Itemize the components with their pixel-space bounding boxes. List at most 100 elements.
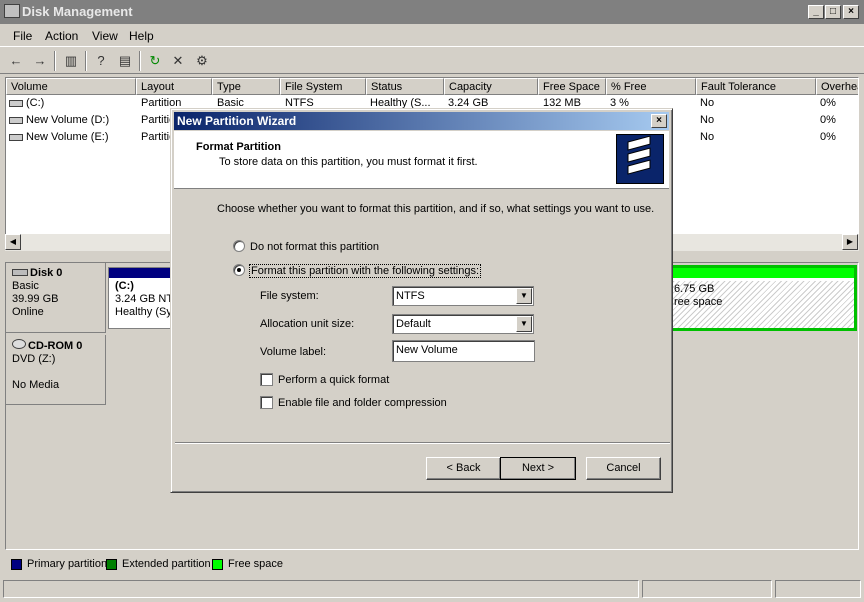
col-layout[interactable]: Layout [136,78,212,95]
quick-format-checkbox[interactable] [260,373,273,386]
show-hide-tree-icon[interactable]: ▥ [62,52,80,70]
file-system-value: NTFS [396,290,425,302]
minimize-button[interactable]: _ [808,5,824,19]
disk-name: Disk 0 [30,267,63,279]
disk-type: Basic [12,280,39,292]
volume-name: New Volume (E:) [26,131,109,143]
table-row[interactable]: (C:) [9,97,134,109]
table-row[interactable]: New Volume (D:) [9,114,134,126]
back-button[interactable]: < Back [426,457,501,480]
volume-label-input[interactable]: New Volume [392,340,535,362]
maximize-button[interactable]: □ [825,5,841,19]
col-capacity[interactable]: Capacity [444,78,538,95]
wizard-instruction: Choose whether you want to format this p… [217,203,655,215]
toolbar-separator [85,51,87,71]
col-overhead[interactable]: Overhead [816,78,858,95]
wizard-subheading: To store data on this partition, you mus… [219,156,478,168]
col-free-space[interactable]: Free Space [538,78,606,95]
next-button[interactable]: Next > [500,457,576,480]
disk-stack-icon [616,134,664,184]
refresh-icon[interactable]: ↻ [146,52,164,70]
disk-size: 39.99 GB [12,293,59,305]
legend-swatch-primary [11,559,22,570]
cell-overhead: 0% [820,114,836,126]
compression-checkbox[interactable] [260,396,273,409]
back-arrow-icon[interactable]: ← [7,52,25,70]
hard-disk-icon [12,269,28,276]
radio-format[interactable] [233,264,245,276]
status-pane [642,580,772,598]
label-no-format[interactable]: Do not format this partition [250,241,379,253]
table-row[interactable]: New Volume (E:) [9,131,134,143]
partition-size: 3.24 GB NTFS [115,293,188,305]
col-file-system[interactable]: File System [280,78,366,95]
allocation-value: Default [396,318,431,330]
toolbar-separator [54,51,56,71]
cdrom-type: DVD (Z:) [12,353,56,365]
menu-help[interactable]: Help [129,29,154,43]
free-space-size: 6.75 GB [674,283,715,295]
label-compression[interactable]: Enable file and folder compression [278,397,447,409]
label-allocation: Allocation unit size: [260,318,355,330]
radio-no-format[interactable] [233,240,245,252]
settings-icon[interactable]: ⚙ [193,52,211,70]
cancel-button[interactable]: Cancel [586,457,661,480]
window-titlebar[interactable]: Disk Management _ □ × [0,0,864,24]
wizard-heading: Format Partition [196,141,281,153]
properties-icon[interactable]: ▤ [116,52,134,70]
cdrom-name: CD-ROM 0 [28,340,83,352]
col-pct-free[interactable]: % Free [606,78,696,95]
col-fault-tolerance[interactable]: Fault Tolerance [696,78,816,95]
legend-free: Free space [228,558,284,570]
volume-name: New Volume (D:) [26,114,110,126]
properties-help-icon[interactable]: ? [92,52,110,70]
status-bar [3,580,861,599]
legend: Primary partition Extended partition Fre… [5,555,859,575]
forward-arrow-icon[interactable]: → [31,52,49,70]
close-button[interactable]: × [843,5,859,19]
legend-extended: Extended partition [122,558,211,570]
label-format[interactable]: Format this partition with the following… [249,264,482,278]
legend-swatch-free [212,559,223,570]
wizard-titlebar[interactable]: New Partition Wizard × [174,112,669,130]
chevron-down-icon[interactable]: ▼ [516,288,532,304]
scroll-right-icon[interactable]: ▶ [842,234,858,250]
chevron-down-icon[interactable]: ▼ [516,316,532,332]
toolbar: ← → ▥ ? ▤ ↻ ✕ ⚙ [0,46,864,74]
allocation-size-select[interactable]: Default ▼ [392,314,534,334]
delete-icon[interactable]: ✕ [169,52,187,70]
col-type[interactable]: Type [212,78,280,95]
new-partition-wizard: New Partition Wizard × Format Partition … [170,108,673,493]
label-file-system: File system: [260,290,319,302]
volume-label-value: New Volume [396,344,458,356]
scroll-left-icon[interactable]: ◀ [5,234,21,250]
cdrom-icon [12,339,26,349]
status-pane [3,580,639,598]
primary-partition-bar [109,268,177,278]
drive-icon [9,99,23,107]
cdrom-state: No Media [12,379,60,391]
label-quick-format[interactable]: Perform a quick format [278,374,389,386]
free-space-status: ree space [674,296,723,308]
partition-c[interactable]: (C:) 3.24 GB NTFS Healthy (Sy [108,267,188,329]
wizard-title: New Partition Wizard [177,114,297,128]
menu-file[interactable]: File [13,29,32,43]
drive-icon [9,116,23,124]
label-volume-label: Volume label: [260,346,327,358]
col-status[interactable]: Status [366,78,444,95]
cell-fault: No [700,97,715,109]
wizard-close-icon[interactable]: × [651,114,667,128]
wizard-header: Format Partition To store data on this p… [174,131,669,189]
file-system-select[interactable]: NTFS ▼ [392,286,534,306]
menu-bar: File Action View Help [0,24,864,46]
partition-free[interactable]: 6.75 GB ree space [666,265,857,331]
col-volume[interactable]: Volume [6,78,136,95]
toolbar-separator [139,51,141,71]
menu-action[interactable]: Action [45,29,78,43]
cdrom-0-label[interactable]: CD-ROM 0 DVD (Z:) No Media [6,335,106,405]
partition-label: (C:) [115,280,134,292]
disk-0-label[interactable]: Disk 0 Basic 39.99 GB Online [6,263,106,333]
legend-swatch-extended [106,559,117,570]
menu-view[interactable]: View [92,29,118,43]
cell-overhead: 0% [820,97,836,109]
